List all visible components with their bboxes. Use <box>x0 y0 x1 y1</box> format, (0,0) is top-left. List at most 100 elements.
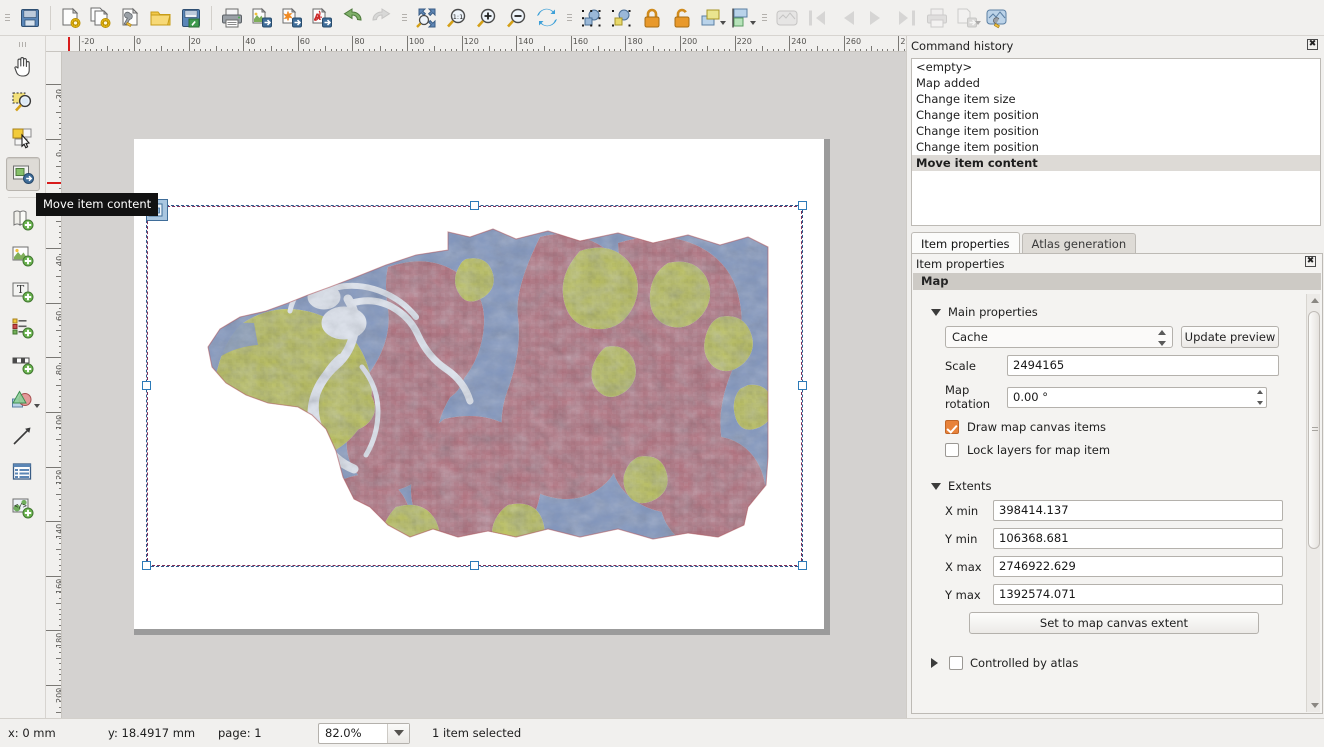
save-project-button[interactable] <box>15 3 45 33</box>
add-table-tool[interactable] <box>6 455 40 489</box>
save-as-template-button[interactable] <box>176 3 206 33</box>
scale-field[interactable]: 2494165 <box>1007 355 1279 376</box>
command-history-item[interactable]: Change item size <box>912 91 1320 107</box>
composer-manager-button[interactable] <box>116 3 146 33</box>
scroll-down-icon[interactable] <box>1311 703 1319 708</box>
extents-group[interactable]: Extents <box>931 479 1309 493</box>
deselect-all-button[interactable] <box>607 3 637 33</box>
select-move-item-tool[interactable] <box>6 121 40 155</box>
collapse-triangle-icon[interactable] <box>931 308 941 316</box>
lock-layers-checkbox[interactable] <box>945 443 959 457</box>
select-all-button[interactable] <box>577 3 607 33</box>
set-to-map-canvas-extent-button[interactable]: Set to map canvas extent <box>969 612 1259 634</box>
raise-items-button[interactable] <box>697 3 727 33</box>
close-icon[interactable]: ✖ <box>1307 39 1318 50</box>
new-composer-button[interactable] <box>56 3 86 33</box>
atlas-last-feature-button[interactable] <box>892 3 922 33</box>
spinner-arrows-icon[interactable] <box>1157 330 1166 346</box>
resize-handle-bottom-right[interactable] <box>798 561 807 570</box>
expand-triangle-icon[interactable] <box>931 658 938 668</box>
composer-canvas[interactable] <box>62 52 906 718</box>
add-map-tool[interactable] <box>6 203 40 237</box>
left-toolbar-grip[interactable] <box>14 39 32 49</box>
scrollbar-thumb[interactable] <box>1308 311 1320 549</box>
add-scalebar-tool[interactable] <box>6 347 40 381</box>
lock-items-button[interactable] <box>637 3 667 33</box>
command-history-item[interactable]: Change item position <box>912 123 1320 139</box>
resize-handle-top-center[interactable] <box>470 201 479 210</box>
draw-map-canvas-items-row[interactable]: Draw map canvas items <box>945 420 1309 434</box>
y-max-field[interactable]: 1392574.071 <box>993 584 1283 605</box>
atlas-settings-button[interactable] <box>982 3 1012 33</box>
command-history-item[interactable]: Map added <box>912 75 1320 91</box>
add-arrow-tool[interactable] <box>6 419 40 453</box>
ruler-guide-marker[interactable] <box>68 37 70 51</box>
resize-handle-bottom-center[interactable] <box>470 561 479 570</box>
command-history-item[interactable]: <empty> <box>912 59 1320 75</box>
horizontal-ruler[interactable]: -20 0 20 40 60 80 100 120 140 160 180 200 220 240 260 2… <box>46 36 906 52</box>
lock-layers-row[interactable]: Lock layers for map item <box>945 443 1309 457</box>
y-min-field[interactable]: 106368.681 <box>993 528 1283 549</box>
render-mode-combo[interactable]: Cache <box>945 326 1173 348</box>
controlled-by-atlas-group[interactable]: Controlled by atlas <box>931 656 1309 670</box>
load-from-template-button[interactable] <box>146 3 176 33</box>
rotation-spinner-icon[interactable] <box>1255 389 1264 405</box>
add-shape-tool[interactable] <box>6 383 40 417</box>
atlas-preview-button[interactable] <box>772 3 802 33</box>
map-rotation-field[interactable]: 0.00 ° <box>1007 386 1267 408</box>
command-history-list[interactable]: <empty> Map added Change item size Change i… <box>911 58 1321 226</box>
export-image-button[interactable] <box>247 3 277 33</box>
toolbar-grip[interactable] <box>565 7 574 29</box>
zoom-tool[interactable] <box>6 85 40 119</box>
collapse-triangle-icon[interactable] <box>931 482 941 490</box>
align-items-button[interactable] <box>727 3 757 33</box>
redo-button[interactable] <box>367 3 397 33</box>
add-legend-tool[interactable] <box>6 311 40 345</box>
atlas-next-feature-button[interactable] <box>862 3 892 33</box>
composition-page[interactable] <box>134 139 824 629</box>
add-image-tool[interactable] <box>6 239 40 273</box>
command-history-item[interactable]: Change item position <box>912 107 1320 123</box>
add-label-tool[interactable]: T <box>6 275 40 309</box>
export-svg-button[interactable] <box>277 3 307 33</box>
resize-handle-bottom-left[interactable] <box>142 561 151 570</box>
tab-item-properties[interactable]: Item properties <box>911 232 1020 254</box>
command-history-item[interactable]: Change item position <box>912 139 1320 155</box>
toolbar-grip[interactable] <box>760 7 769 29</box>
export-pdf-button[interactable]: A <box>307 3 337 33</box>
vertical-ruler[interactable]: -20020406080100120140160180200220 <box>46 52 62 718</box>
zoom-actual-button[interactable]: 1:1 <box>442 3 472 33</box>
duplicate-composer-button[interactable] <box>86 3 116 33</box>
zoom-in-button[interactable] <box>472 3 502 33</box>
zoom-dropdown-button[interactable] <box>387 723 409 743</box>
print-button[interactable] <box>217 3 247 33</box>
update-preview-button[interactable]: Update preview <box>1181 326 1279 348</box>
scroll-up-icon[interactable] <box>1311 298 1319 303</box>
atlas-export-button[interactable] <box>952 3 982 33</box>
undo-button[interactable] <box>337 3 367 33</box>
map-item[interactable] <box>146 205 803 567</box>
unlock-items-button[interactable] <box>667 3 697 33</box>
resize-handle-middle-right[interactable] <box>798 381 807 390</box>
toolbar-grip[interactable] <box>400 7 409 29</box>
x-max-field[interactable]: 2746922.629 <box>993 556 1283 577</box>
pan-tool[interactable] <box>6 49 40 83</box>
zoom-full-button[interactable] <box>412 3 442 33</box>
tab-atlas-generation[interactable]: Atlas generation <box>1021 233 1137 254</box>
resize-handle-top-right[interactable] <box>798 201 807 210</box>
controlled-by-atlas-checkbox[interactable] <box>949 656 963 670</box>
atlas-prev-feature-button[interactable] <box>832 3 862 33</box>
zoom-out-button[interactable] <box>502 3 532 33</box>
ruler-guide-marker[interactable] <box>47 182 61 184</box>
draw-map-canvas-items-checkbox[interactable] <box>945 420 959 434</box>
main-properties-group[interactable]: Main properties <box>931 305 1309 319</box>
atlas-print-button[interactable] <box>922 3 952 33</box>
resize-handle-middle-left[interactable] <box>142 381 151 390</box>
item-properties-scrollbar[interactable] <box>1306 294 1320 712</box>
toolbar-grip[interactable] <box>3 7 12 29</box>
add-html-tool[interactable]: </> <box>6 491 40 525</box>
refresh-view-button[interactable] <box>532 3 562 33</box>
atlas-first-feature-button[interactable] <box>802 3 832 33</box>
move-item-content-tool[interactable] <box>5 157 40 191</box>
zoom-level-combo[interactable]: 82.0% <box>318 722 410 744</box>
